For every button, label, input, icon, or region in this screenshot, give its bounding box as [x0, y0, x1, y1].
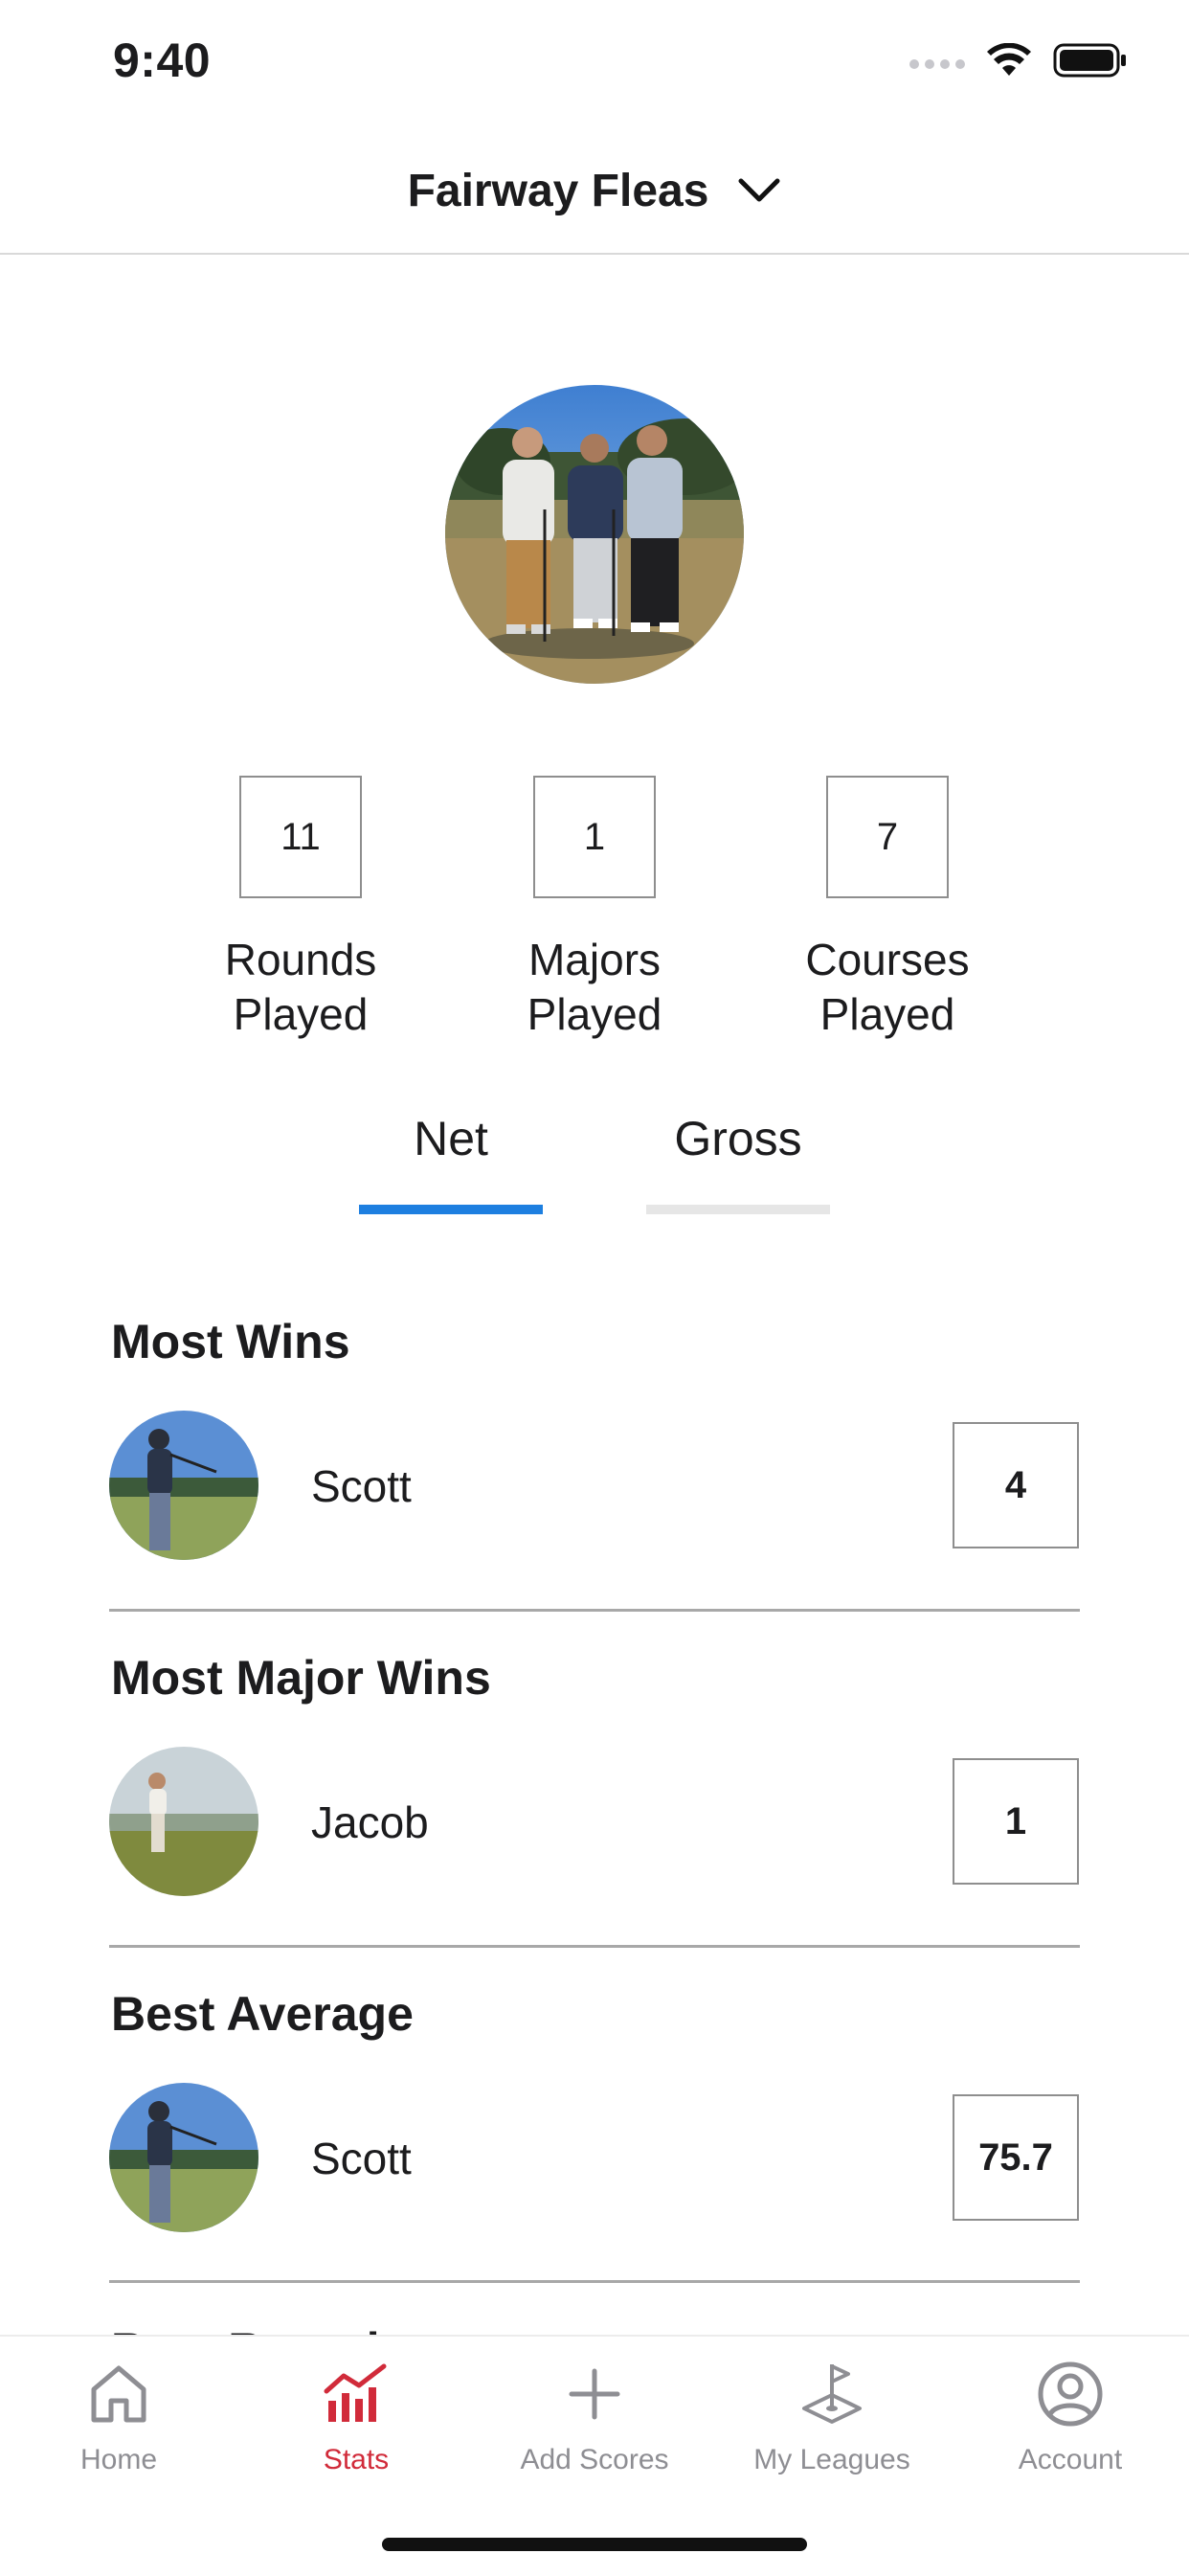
home-indicator[interactable]	[382, 2538, 807, 2551]
avatar[interactable]	[109, 1747, 258, 1896]
section-title-most-wins: Most Wins	[111, 1315, 350, 1368]
nav-label: Account	[1018, 2444, 1123, 2475]
stat-value: 1	[533, 776, 656, 898]
section-divider	[109, 1945, 1080, 1948]
section-title-most-major-wins: Most Major Wins	[111, 1651, 491, 1705]
league-header[interactable]: Fairway Fleas	[0, 144, 1189, 255]
nav-home[interactable]: Home	[0, 2358, 237, 2476]
stat-value: 7	[826, 776, 949, 898]
account-icon	[1038, 2361, 1103, 2427]
battery-icon	[1053, 43, 1126, 78]
stats-icon	[324, 2363, 387, 2422]
nav-label: Stats	[323, 2444, 390, 2475]
flag-icon	[802, 2364, 862, 2424]
chevron-down-icon[interactable]	[737, 176, 781, 205]
player-name: Scott	[311, 2134, 412, 2183]
wifi-icon	[987, 43, 1031, 76]
stat-label: Rounds Played	[224, 935, 377, 1039]
status-icons	[909, 42, 1128, 79]
nav-my-leagues[interactable]: My Leagues	[713, 2358, 951, 2476]
stat-rounds-played: 11 Rounds Played	[157, 776, 444, 1042]
stat-value-box: 4	[953, 1422, 1079, 1548]
section-divider	[109, 2280, 1080, 2283]
nav-account[interactable]: Account	[952, 2358, 1189, 2476]
tab-gross[interactable]: Gross	[646, 1111, 830, 1166]
section-divider	[109, 1609, 1080, 1612]
status-bar: 9:40	[0, 0, 1189, 126]
league-title: Fairway Fleas	[407, 165, 709, 216]
stat-courses-played: 7 Courses Played	[744, 776, 1031, 1042]
player-name: Jacob	[311, 1797, 429, 1847]
home-icon	[91, 2365, 146, 2423]
stat-value: 11	[239, 776, 362, 898]
tab-net-indicator	[359, 1205, 543, 1214]
nav-add-scores[interactable]: Add Scores	[476, 2358, 713, 2476]
avatar[interactable]	[109, 1411, 258, 1560]
stat-value-box: 1	[953, 1758, 1079, 1885]
tab-gross-indicator	[646, 1205, 830, 1214]
stat-label: Courses Played	[805, 935, 970, 1039]
stat-majors-played: 1 Majors Played	[451, 776, 738, 1042]
nav-label: Add Scores	[520, 2444, 669, 2475]
status-time: 9:40	[113, 34, 212, 87]
cellular-signal-icon	[909, 59, 965, 69]
nav-label: My Leagues	[753, 2444, 910, 2475]
plus-icon	[569, 2368, 620, 2420]
tab-net[interactable]: Net	[359, 1111, 543, 1166]
player-name: Scott	[311, 1461, 412, 1511]
league-group-photo	[445, 385, 744, 684]
section-title-best-average: Best Average	[111, 1987, 414, 2041]
section-title-best-round: Best Round	[111, 2316, 380, 2335]
nav-stats[interactable]: Stats	[237, 2358, 475, 2476]
league-selector[interactable]: Fairway Fleas	[408, 165, 782, 217]
nav-label: Home	[79, 2444, 158, 2475]
stat-label: Majors Played	[527, 935, 662, 1039]
stat-value-box: 75.7	[953, 2094, 1079, 2221]
avatar[interactable]	[109, 2083, 258, 2232]
